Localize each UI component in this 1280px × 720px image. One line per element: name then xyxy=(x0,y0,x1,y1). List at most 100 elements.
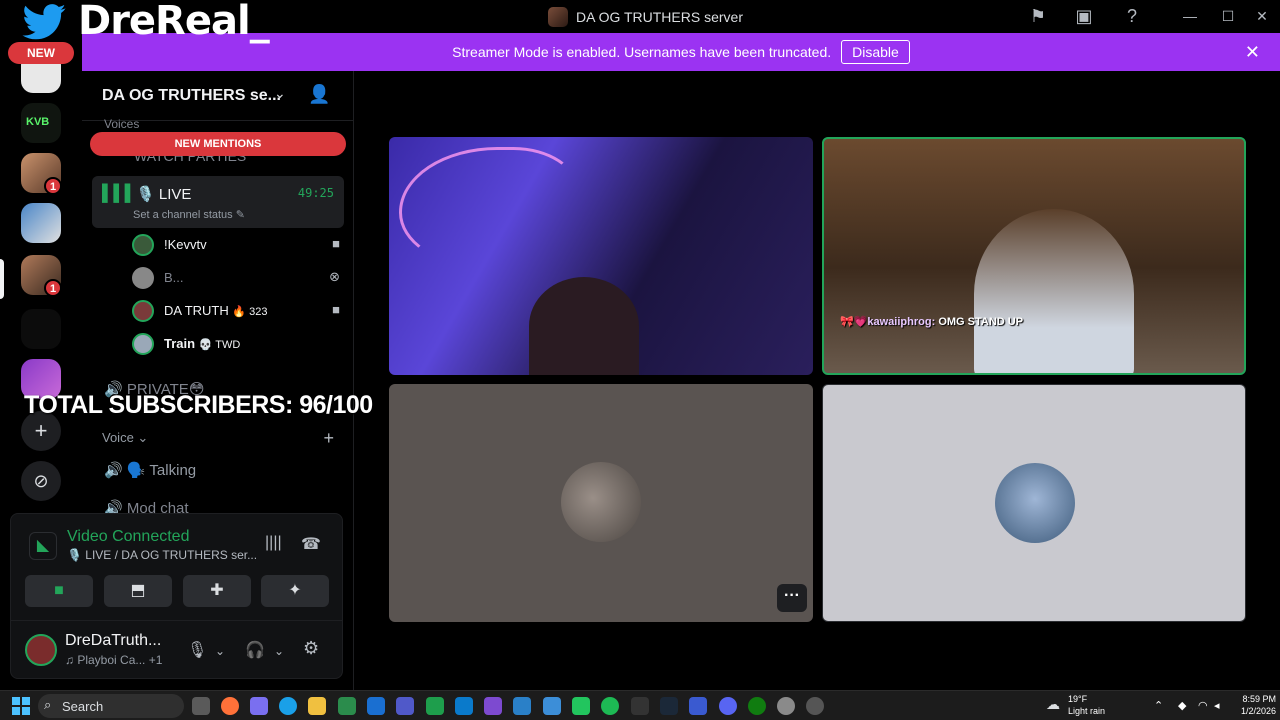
server-icon-kvb[interactable]: KVB xyxy=(21,103,61,143)
edge-icon[interactable] xyxy=(279,697,297,715)
app-icon[interactable] xyxy=(484,697,502,715)
app-icon[interactable] xyxy=(572,697,590,715)
voice-user[interactable]: B... ⊗ xyxy=(130,263,340,293)
epic-games-icon[interactable] xyxy=(631,697,649,715)
soundboard-button[interactable]: ✦ xyxy=(261,575,329,607)
activities-button[interactable]: ✚ xyxy=(183,575,251,607)
microphone-icon[interactable]: 🎙 xyxy=(187,640,207,660)
voice-user-name: DA TRUTH 🔥 323 xyxy=(164,303,268,318)
new-unreads-pill[interactable]: NEW xyxy=(8,42,74,64)
excel-icon[interactable] xyxy=(338,697,356,715)
flag-icon[interactable]: ⚑ xyxy=(1028,6,1048,26)
maximize-icon[interactable]: ☐ xyxy=(1218,6,1238,26)
app-icon[interactable] xyxy=(513,697,531,715)
chat-message: OMG STAND UP xyxy=(938,316,1024,328)
clock-time: 8:59 PM xyxy=(1242,694,1276,704)
selected-server-indicator xyxy=(0,259,4,299)
settings-icon[interactable] xyxy=(777,697,795,715)
app-icon[interactable] xyxy=(689,697,707,715)
chevron-down-icon[interactable]: ⌄ xyxy=(215,644,225,658)
category-voice[interactable]: Voice ⌄ + xyxy=(102,428,334,449)
chevron-down-icon[interactable]: ⌄ xyxy=(274,85,286,102)
volume-icon[interactable]: ◂ xyxy=(1214,699,1220,712)
streamer-name: DreReal_ xyxy=(78,0,270,44)
system-clock[interactable]: 8:59 PM 1/2/2026 xyxy=(1232,694,1276,716)
channel-status[interactable]: Set a channel status ✎ xyxy=(133,208,245,221)
help-icon[interactable]: ? xyxy=(1122,6,1142,26)
app-icon[interactable] xyxy=(806,697,824,715)
photos-icon[interactable] xyxy=(543,697,561,715)
screen-share-button[interactable]: ⬒ xyxy=(104,575,172,607)
voice-channel-live[interactable]: ▌▌▌ 🎙️ LIVE 49:25 Set a channel status ✎ xyxy=(92,176,344,228)
channel-talking[interactable]: 🔊 🗣️ Talking xyxy=(104,461,196,479)
disable-streamer-mode-button[interactable]: Disable xyxy=(841,40,910,64)
category-voice-label: Voice xyxy=(102,430,134,445)
divider xyxy=(11,620,342,621)
weather-temperature: 19°F xyxy=(1068,694,1088,704)
teams-icon[interactable] xyxy=(396,697,414,715)
voice-user[interactable]: Train 💀 TWD xyxy=(130,329,340,359)
video-tile-avatar[interactable] xyxy=(822,384,1246,622)
task-view-icon[interactable] xyxy=(192,697,210,715)
camera-toggle-button[interactable]: ■ xyxy=(25,575,93,607)
voice-user[interactable]: !Kevvtv ■ xyxy=(130,230,340,260)
chevron-up-icon[interactable]: ⌃ xyxy=(1154,699,1163,712)
voice-status-title[interactable]: Video Connected xyxy=(67,528,189,546)
firefox-icon[interactable] xyxy=(221,697,239,715)
windows-taskbar: ⌕ Search ☁ 19°F Light rain ⌃ ◆ ◠ ◂ 8:59 … xyxy=(0,690,1280,720)
windows-start-icon[interactable] xyxy=(12,697,30,715)
chevron-down-icon[interactable]: ⌄ xyxy=(274,644,284,658)
steam-icon[interactable] xyxy=(660,697,678,715)
server-icon-6[interactable] xyxy=(21,309,61,349)
avatar xyxy=(995,463,1075,543)
copilot-icon[interactable] xyxy=(250,697,268,715)
banner-message: Streamer Mode is enabled. Usernames have… xyxy=(452,44,832,60)
discover-icon[interactable]: ⊘ xyxy=(21,461,61,501)
minimize-icon[interactable]: — xyxy=(1180,6,1200,26)
person-silhouette xyxy=(974,209,1134,373)
speaking-icon: ▌▌▌ xyxy=(102,185,137,202)
voice-user[interactable]: DA TRUTH 🔥 323 ■ xyxy=(130,296,340,326)
disconnect-icon[interactable]: ☎ xyxy=(301,534,321,554)
new-mentions-button[interactable]: NEW MENTIONS xyxy=(90,132,346,156)
server-header[interactable]: DA OG TRUTHERS se... ⌄ 👤 xyxy=(82,71,354,121)
spotify-icon[interactable] xyxy=(601,697,619,715)
close-window-icon[interactable]: ✕ xyxy=(1252,6,1272,26)
app-icon[interactable] xyxy=(426,697,444,715)
twitter-icon xyxy=(22,4,66,40)
noise-suppression-icon[interactable]: |||| xyxy=(265,534,282,552)
xbox-icon[interactable] xyxy=(748,697,766,715)
tray-app-icon[interactable]: ◆ xyxy=(1178,699,1186,712)
category-voices[interactable]: Voices xyxy=(104,117,139,131)
add-channel-icon[interactable]: + xyxy=(323,428,334,449)
taskbar-search[interactable]: ⌕ Search xyxy=(38,694,184,718)
settings-icon[interactable]: ⚙ xyxy=(303,638,319,659)
server-name: DA OG TRUTHERS se... xyxy=(102,87,281,104)
wifi-icon[interactable]: ◠ xyxy=(1198,699,1208,712)
app-icon[interactable] xyxy=(455,697,473,715)
server-icon-4[interactable] xyxy=(21,203,61,243)
user-name[interactable]: DreDaTruth... xyxy=(65,632,161,650)
more-options-button[interactable]: ··· xyxy=(777,584,807,612)
avatar[interactable] xyxy=(25,634,57,666)
voice-status-channel[interactable]: 🎙️ LIVE / DA OG TRUTHERS ser... xyxy=(67,548,257,562)
inbox-icon[interactable]: ▣ xyxy=(1074,6,1094,26)
mention-badge: 1 xyxy=(44,279,62,297)
window-title-text: DA OG TRUTHERS server xyxy=(576,9,743,25)
channel-name: 🎙️ LIVE xyxy=(136,186,192,203)
mention-badge: 1 xyxy=(44,177,62,195)
avatar xyxy=(132,333,154,355)
outlook-icon[interactable] xyxy=(367,697,385,715)
file-explorer-icon[interactable] xyxy=(308,697,326,715)
video-tile-avatar[interactable]: ··· xyxy=(389,384,813,622)
connection-signal-icon[interactable]: ◣ xyxy=(29,532,57,560)
video-tile-speaking[interactable]: 🎀💗kawaiiphrog: OMG STAND UP xyxy=(822,137,1246,375)
discord-icon[interactable] xyxy=(719,697,737,715)
headphones-icon[interactable]: 🎧 xyxy=(245,640,265,660)
chat-overlay: 🎀💗kawaiiphrog: OMG STAND UP xyxy=(840,315,1023,328)
video-tile[interactable] xyxy=(389,137,813,375)
invite-people-icon[interactable]: 👤 xyxy=(308,84,332,108)
close-banner-icon[interactable]: ✕ xyxy=(1245,42,1260,63)
search-label: Search xyxy=(62,699,104,714)
avatar xyxy=(561,462,641,542)
